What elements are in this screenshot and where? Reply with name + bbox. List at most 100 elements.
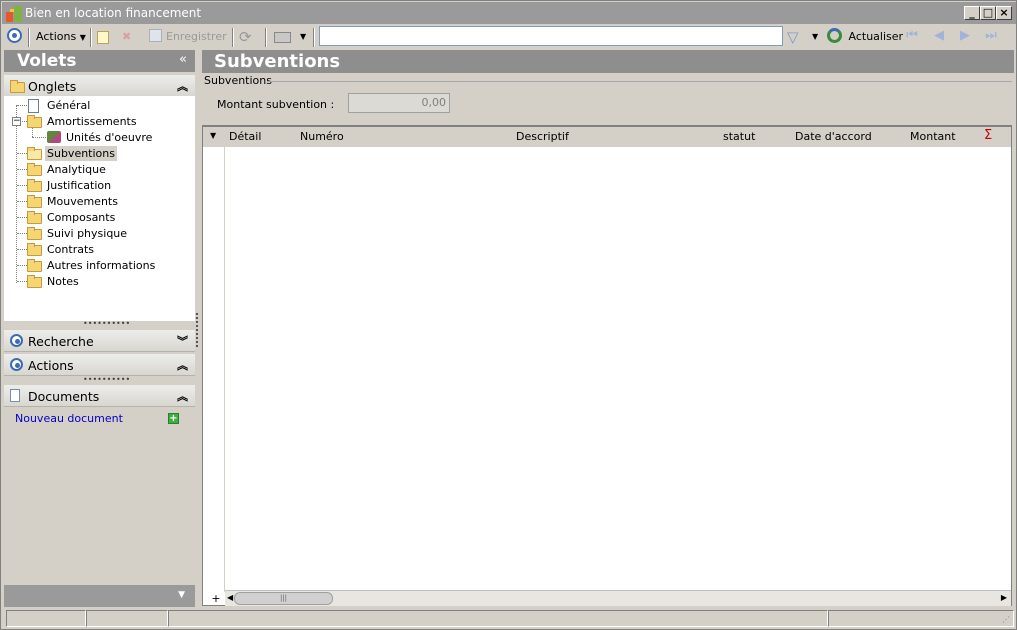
panel-resize-grip[interactable]: •••••••••• [83, 319, 130, 328]
print-dropdown-icon[interactable]: ▼ [300, 28, 306, 46]
status-bar: ⋰ [2, 608, 1016, 629]
resize-grip-icon[interactable]: ⋰ [1002, 615, 1014, 627]
document-gear-icon [28, 99, 39, 113]
tree-item-label: Amortissements [47, 115, 137, 128]
refresh-icon [827, 28, 842, 43]
open-folder-icon [27, 147, 42, 160]
folder-icon [27, 259, 42, 272]
collapse-icon[interactable]: ︽ [177, 78, 188, 94]
chevron-down-icon[interactable]: ▼ [178, 590, 185, 600]
previous-record-icon[interactable]: ◀ [930, 28, 948, 44]
maximize-button[interactable]: □ [980, 6, 996, 20]
new-icon[interactable] [97, 28, 109, 46]
actions-menu-button[interactable]: Actions ▼ [36, 28, 86, 46]
tree-item-label: Analytique [47, 163, 106, 176]
grid-menu-icon[interactable]: ▼ [210, 131, 216, 140]
last-record-icon[interactable]: ⏭ [982, 28, 1000, 44]
app-icon [6, 6, 22, 22]
tree-item-label: Unités d'oeuvre [66, 131, 153, 144]
documents-panel [4, 408, 195, 583]
collapse-icon[interactable]: ︽ [177, 357, 188, 373]
scroll-left-icon[interactable]: ◀ [227, 593, 233, 602]
tabs-tree: − Général Amortissements Unités d'oeuvre… [4, 96, 195, 321]
save-label: Enregistrer [166, 30, 227, 43]
title-bar: Bien en location financement _ □ × [2, 2, 1016, 24]
actions-panel-icon [10, 358, 23, 374]
tree-item-label: Mouvements [47, 195, 118, 208]
add-document-icon[interactable]: + [168, 413, 179, 424]
collapse-pane-icon[interactable]: « [179, 52, 187, 67]
tree-item-label: Général [47, 99, 91, 112]
refresh-button[interactable]: Actualiser [827, 28, 903, 46]
sync-icon[interactable]: ⟳ [239, 28, 252, 46]
column-header-montant[interactable]: Montant [910, 130, 956, 143]
tree-item-label: Suivi physique [47, 227, 128, 240]
toolbar-separator [90, 28, 92, 47]
add-row-button[interactable]: + [209, 592, 223, 606]
tree-item-label: Autres informations [47, 259, 156, 272]
chevron-down-icon: ▼ [79, 33, 86, 42]
toolbar-separator [28, 28, 30, 47]
print-icon[interactable] [274, 28, 291, 46]
documents-label: Documents [28, 389, 100, 404]
recherche-section-header[interactable]: Recherche ︾ [4, 330, 195, 352]
column-header-detail[interactable]: Détail [229, 130, 261, 143]
panel-resize-grip[interactable]: •••••••••• [83, 375, 130, 384]
grid-row-selector [203, 147, 225, 592]
collapse-icon[interactable]: ︽ [177, 388, 188, 404]
grid-header: ▼ Détail Numéro Descriptif statut Date d… [203, 127, 1011, 147]
tools-icon [47, 131, 61, 143]
toolbar-separator [232, 28, 234, 47]
folder-icon [27, 179, 42, 192]
sum-icon[interactable]: Σ [984, 128, 992, 143]
group-label: Subventions [204, 74, 272, 87]
new-document-link[interactable]: Nouveau document [15, 412, 123, 425]
search-input[interactable] [319, 26, 783, 46]
filter-icon[interactable]: ▽ [787, 28, 799, 46]
actions-section-header[interactable]: Actions ︽ [4, 354, 195, 376]
document-icon [10, 389, 20, 405]
tree-collapse-toggle[interactable]: − [12, 117, 21, 126]
filter-dropdown-icon[interactable]: ▼ [812, 28, 818, 46]
first-record-icon[interactable]: ⏮ [903, 28, 921, 44]
folder-icon [27, 115, 42, 128]
tree-item-label: Justification [47, 179, 112, 192]
scroll-thumb[interactable]: ||| [234, 592, 333, 605]
app-menu-icon[interactable] [7, 28, 22, 46]
expand-icon[interactable]: ︾ [177, 333, 188, 349]
group-divider [267, 81, 1012, 82]
minimize-button[interactable]: _ [964, 6, 980, 20]
folder-icon [27, 211, 42, 224]
next-record-icon[interactable]: ▶ [956, 28, 974, 44]
volets-title: Volets [17, 51, 77, 71]
onglets-section-header[interactable]: Onglets ︽ [4, 75, 195, 97]
close-button[interactable]: × [996, 6, 1012, 20]
pane-splitter[interactable] [196, 313, 199, 347]
montant-subvention-field: 0,00 [348, 93, 450, 113]
column-header-descriptif[interactable]: Descriptif [516, 130, 569, 143]
folder-icon [27, 227, 42, 240]
toolbar-separator [313, 28, 315, 47]
window-title: Bien en location financement [25, 6, 202, 20]
folder-icon [27, 275, 42, 288]
column-header-numero[interactable]: Numéro [300, 130, 344, 143]
documents-section-header[interactable]: Documents ︽ [4, 385, 195, 407]
montant-subvention-label: Montant subvention : [217, 98, 335, 111]
column-header-statut[interactable]: statut [723, 130, 755, 143]
tree-item-label: Notes [47, 275, 79, 288]
delete-icon[interactable]: ✖ [122, 28, 131, 46]
app-window: Bien en location financement _ □ × Actio… [0, 0, 1017, 630]
save-button[interactable]: Enregistrer [149, 28, 227, 46]
column-header-date-accord[interactable]: Date d'accord [795, 130, 872, 143]
status-cell [168, 610, 828, 627]
save-icon [149, 29, 162, 42]
scroll-right-icon[interactable]: ▶ [1001, 593, 1007, 602]
toolbar-separator [265, 28, 267, 47]
actions-menu-label: Actions [36, 30, 77, 43]
main-header: Subventions [202, 50, 1014, 73]
recherche-label: Recherche [28, 334, 94, 349]
folder-icon [27, 195, 42, 208]
horizontal-scrollbar[interactable]: + ◀ ||| ▶ [211, 590, 1011, 606]
left-pane-footer[interactable]: ▼ [4, 585, 195, 607]
folder-icon [27, 243, 42, 256]
